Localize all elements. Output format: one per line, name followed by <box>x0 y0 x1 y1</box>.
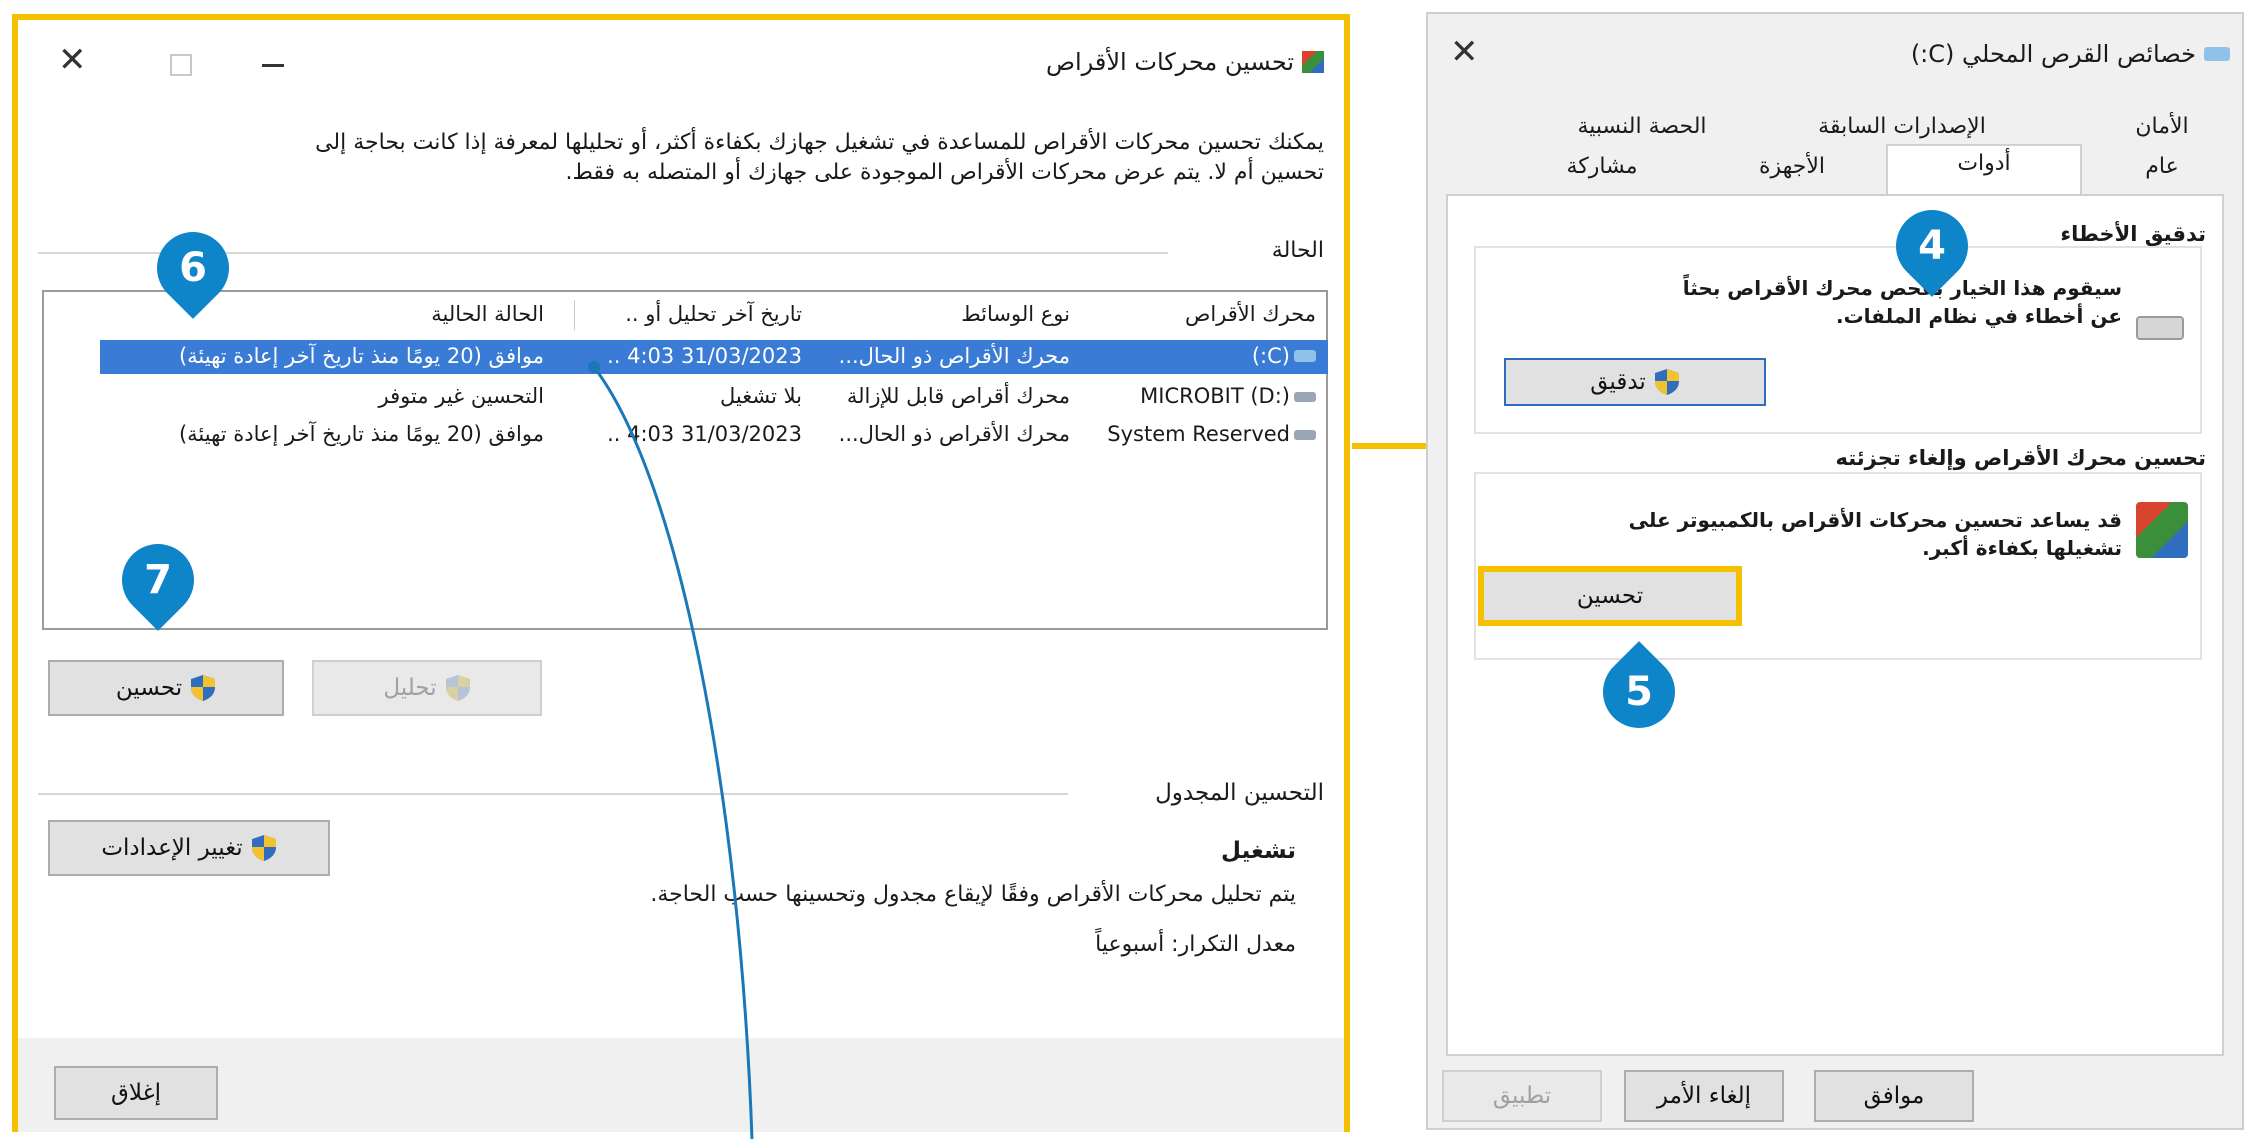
error-check-text: سيقوم هذا الخيار بفحص محرك الأقراص بحثاً… <box>1682 276 2122 328</box>
column-header-media[interactable]: نوع الوسائط <box>961 302 1070 326</box>
drive-list[interactable]: محرك الأقراص نوع الوسائط تاريخ آخر تحليل… <box>42 290 1328 630</box>
ok-label: موافق <box>1863 1083 1925 1109</box>
callout-marker-7: 7 <box>107 529 209 631</box>
window-close-button[interactable]: ✕ <box>1450 32 1479 72</box>
table-row-date[interactable]: 31/03/2023 4:03 .. <box>607 344 802 368</box>
scheduled-heading: التحسين المجدول <box>1155 780 1324 806</box>
callout-marker-4: 4 <box>1881 195 1983 297</box>
optimize-heading: تحسين محرك الأقراص وإلغاء تجزئته <box>1835 446 2206 470</box>
column-header-date[interactable]: تاريخ آخر تحليل أو .. <box>625 302 802 326</box>
table-row-media[interactable]: محرك الأقراص ذو الحال... <box>839 422 1070 446</box>
tab-quota[interactable]: الحصة النسبية <box>1542 114 1742 139</box>
optimize-drive-button[interactable]: تحسين <box>1478 566 1742 626</box>
check-button[interactable]: تدقيق <box>1504 358 1766 406</box>
defrag-app-icon <box>1302 51 1324 73</box>
table-row-drive[interactable]: MICROBIT (D:) <box>1140 384 1290 408</box>
schedule-state: تشغيل <box>1221 838 1296 864</box>
hard-drive-icon <box>2136 316 2184 340</box>
window-minimize-button[interactable] <box>262 64 284 67</box>
table-row-drive[interactable]: System Reserved <box>1107 422 1290 446</box>
table-row-date[interactable]: 31/03/2023 4:03 .. <box>607 422 802 446</box>
ok-button[interactable]: موافق <box>1814 1070 1974 1122</box>
properties-title: خصائص القرص المحلي (C:) <box>1910 40 2196 68</box>
header-separator <box>574 300 575 330</box>
window-close-button[interactable]: ✕ <box>58 40 87 80</box>
tab-tools[interactable]: أدوات <box>1886 144 2082 196</box>
cancel-label: إلغاء الأمر <box>1656 1083 1752 1109</box>
window-title-bar: تحسين محركات الأقراص <box>1046 48 1324 76</box>
optimize-label: تحسين <box>115 675 183 701</box>
error-check-heading: تدقيق الأخطاء <box>2060 222 2206 246</box>
table-row-status[interactable]: موافق (20 يومًا منذ تاريخ آخر إعادة تهيئ… <box>179 422 544 446</box>
tab-hardware[interactable]: الأجهزة <box>1722 154 1862 179</box>
table-row-drive[interactable]: (C:) <box>1252 344 1290 368</box>
table-row-status[interactable]: موافق (20 يومًا منذ تاريخ آخر إعادة تهيئ… <box>179 344 544 368</box>
change-settings-label: تغيير الإعدادات <box>101 835 243 861</box>
tab-previous-versions[interactable]: الإصدارات السابقة <box>1772 114 2032 139</box>
tab-general[interactable]: عام <box>2102 154 2222 179</box>
window-title: تحسين محركات الأقراص <box>1045 48 1294 76</box>
table-row-date[interactable]: بلا تشغيل <box>720 384 802 408</box>
check-label: تدقيق <box>1590 369 1646 395</box>
callout-marker-6: 6 <box>142 217 244 319</box>
drive-icon <box>1294 392 1316 402</box>
column-header-status[interactable]: الحالة الحالية <box>431 302 544 326</box>
change-settings-button[interactable]: تغيير الإعدادات <box>48 820 330 876</box>
table-row-media[interactable]: محرك أقراص قابل للإزالة <box>847 384 1070 408</box>
table-row-media[interactable]: محرك الأقراص ذو الحال... <box>839 344 1070 368</box>
shield-icon <box>251 835 276 861</box>
table-row-status[interactable]: التحسين غير متوفر <box>379 384 545 408</box>
shield-icon <box>1654 369 1679 395</box>
schedule-description: يتم تحليل محركات الأقراص وفقًا لإيقاع مج… <box>650 882 1296 907</box>
schedule-frequency: معدل التكرار: أسبوعياً <box>1095 932 1296 957</box>
cancel-button[interactable]: إلغاء الأمر <box>1624 1070 1784 1122</box>
optimize-drives-window: ✕ تحسين محركات الأقراص يمكنك تحسين محركا… <box>12 14 1350 1132</box>
drive-properties-window: ✕ خصائص القرص المحلي (C:) الأمان الإصدار… <box>1426 12 2244 1130</box>
drive-icon <box>1294 350 1316 362</box>
column-header-drive[interactable]: محرك الأقراص <box>1185 302 1316 326</box>
scheduled-divider <box>38 793 1068 795</box>
shield-icon <box>445 675 470 701</box>
window-maximize-button[interactable] <box>170 54 192 76</box>
close-label: إغلاق <box>111 1080 161 1106</box>
defrag-icon <box>2136 502 2188 558</box>
tools-panel: تدقيق الأخطاء سيقوم هذا الخيار بفحص محرك… <box>1446 194 2224 1056</box>
optimize-drive-label: تحسين <box>1576 583 1644 609</box>
analyze-button[interactable]: تحليل <box>312 660 542 716</box>
optimize-button[interactable]: تحسين <box>48 660 284 716</box>
close-button[interactable]: إغلاق <box>54 1066 218 1120</box>
tab-security[interactable]: الأمان <box>2102 114 2222 139</box>
callout-marker-5: 5 <box>1588 641 1690 743</box>
apply-button[interactable]: تطبيق <box>1442 1070 1602 1122</box>
drive-icon <box>2204 47 2230 61</box>
status-heading: الحالة <box>1271 238 1324 263</box>
drive-icon <box>1294 430 1316 440</box>
shield-icon <box>191 675 216 701</box>
description: يمكنك تحسين محركات الأقراص للمساعدة في ت… <box>315 130 1324 185</box>
analyze-label: تحليل <box>383 675 437 701</box>
apply-label: تطبيق <box>1492 1083 1552 1109</box>
tab-sharing[interactable]: مشاركة <box>1522 154 1682 179</box>
optimize-text: قد يساعد تحسين محركات الأقراص بالكمبيوتر… <box>1628 508 2122 560</box>
properties-title-bar: خصائص القرص المحلي (C:) <box>1911 40 2230 68</box>
